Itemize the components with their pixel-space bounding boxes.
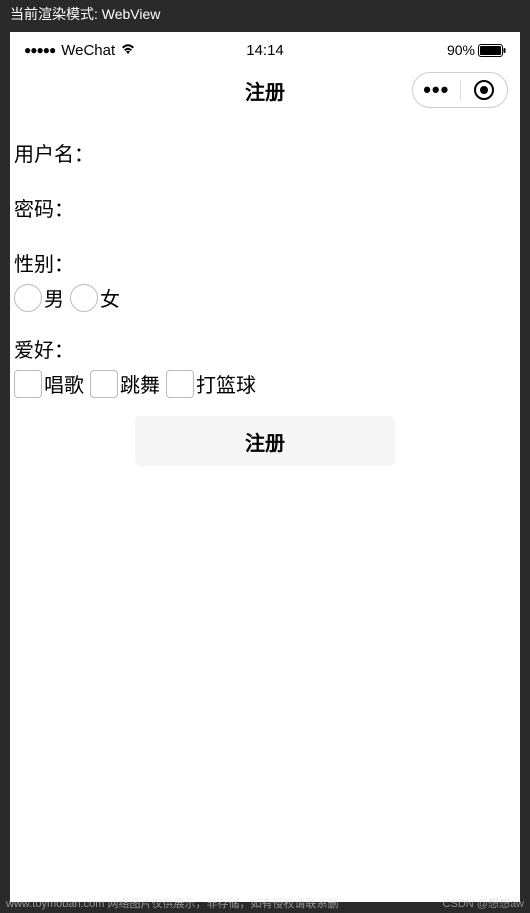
submit-button[interactable]: 注册 [135, 416, 395, 466]
nav-bar: 注册 ••• [10, 64, 520, 116]
checkbox-sing[interactable] [14, 370, 42, 398]
gender-label: 性别： [12, 244, 518, 281]
gender-options: 男 女 [12, 281, 518, 314]
username-label: 用户名： [12, 134, 518, 171]
radio-female-label: 女 [100, 283, 120, 312]
render-mode-bar: 当前渲染模式: WebView [0, 0, 530, 28]
hobbies-field: 爱好： 唱歌 跳舞 打篮球 [12, 330, 518, 400]
password-label: 密码： [12, 189, 518, 226]
status-right: 90% [447, 42, 506, 58]
checkbox-dance-label: 跳舞 [120, 369, 160, 398]
page-title: 注册 [245, 76, 285, 105]
menu-dots-icon: ••• [423, 79, 449, 101]
password-field: 密码： [12, 189, 518, 226]
status-left: ●●●●● WeChat [24, 42, 136, 59]
radio-male-label: 男 [44, 283, 64, 312]
battery-icon [478, 44, 506, 57]
gender-field: 性别： 男 女 [12, 244, 518, 314]
status-bar: ●●●●● WeChat 14:14 90% [10, 32, 520, 64]
radio-male[interactable] [14, 284, 42, 312]
form-content: 用户名： 密码： 性别： 男 女 爱好： 唱歌 跳舞 打篮球 [10, 134, 520, 466]
target-circle-icon [474, 80, 494, 100]
checkbox-basketball[interactable] [166, 370, 194, 398]
capsule-menu: ••• [412, 72, 508, 108]
username-field: 用户名： [12, 134, 518, 171]
radio-female[interactable] [70, 284, 98, 312]
status-time: 14:14 [246, 42, 284, 59]
watermark: www.toymoban.com 网络图片仅供展示，非存储，如有侵权请联系删 C… [0, 893, 530, 913]
phone-frame: ●●●●● WeChat 14:14 90% 注册 ••• [10, 32, 520, 902]
watermark-left: www.toymoban.com 网络图片仅供展示，非存储，如有侵权请联系删 [6, 895, 338, 911]
signal-dots-icon: ●●●●● [24, 43, 55, 57]
watermark-right: CSDN @想想aw [443, 895, 524, 911]
checkbox-basketball-label: 打篮球 [196, 369, 256, 398]
capsule-close-button[interactable] [461, 73, 508, 107]
capsule-menu-button[interactable]: ••• [413, 73, 460, 107]
checkbox-sing-label: 唱歌 [44, 369, 84, 398]
checkbox-dance[interactable] [90, 370, 118, 398]
battery-percent: 90% [447, 42, 475, 58]
hobbies-options: 唱歌 跳舞 打篮球 [12, 367, 518, 400]
hobbies-label: 爱好： [12, 330, 518, 367]
wifi-icon [120, 42, 136, 58]
carrier-label: WeChat [61, 42, 115, 59]
